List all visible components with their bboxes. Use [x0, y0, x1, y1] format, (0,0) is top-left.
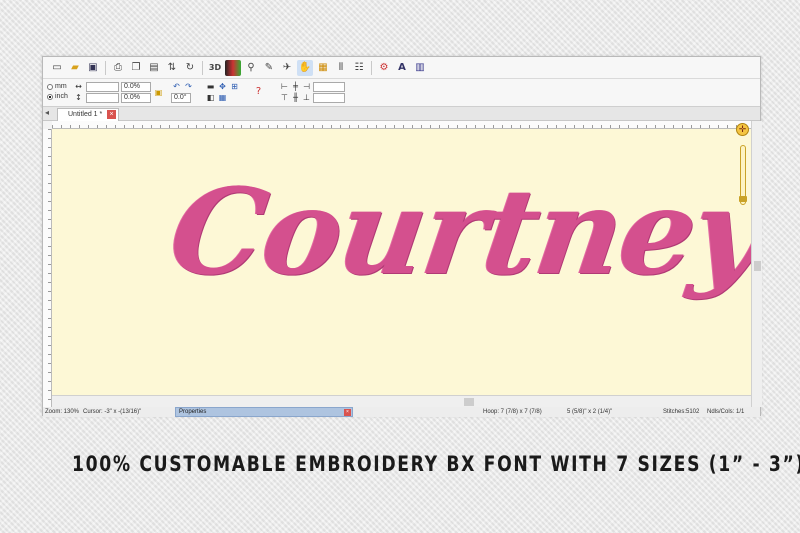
width-field[interactable] [86, 82, 119, 92]
vertical-scrollbar[interactable] [751, 121, 762, 407]
rotate-icon[interactable]: ↻ [182, 60, 198, 76]
status-bar: Zoom: 130% Cursor: -3" x -(13/16)" Prope… [43, 407, 760, 417]
document-tabbar: ◂ Untitled 1 * × [43, 107, 760, 121]
select-icon[interactable]: ✋ [297, 59, 313, 76]
redo-rotate-icon[interactable]: ↷ [183, 81, 194, 92]
align-middle-icon[interactable]: ╫ [290, 92, 301, 103]
stitches-status: Stitches:5102 [663, 409, 700, 415]
toolbar-separator [202, 60, 203, 75]
transform-toolbar: mm inch ↔ ↕ 0.0% 0.0% ▣ ↶ ↷ 0.0° ▬ ✥ ⊞ ◧… [43, 79, 760, 107]
mirror-icon[interactable]: ⇅ [164, 60, 180, 76]
save-icon[interactable]: ▣ [85, 60, 101, 76]
expand-icon[interactable]: ✥ [217, 81, 228, 92]
tab-close-icon[interactable]: × [107, 110, 116, 119]
horizontal-ruler [52, 121, 751, 129]
align-center-icon[interactable]: ╪ [290, 81, 301, 92]
height-percent-field[interactable]: 0.0% [121, 93, 151, 103]
height-field[interactable] [86, 93, 119, 103]
tab-label: Untitled 1 * [68, 111, 103, 118]
promo-caption: 100% CUSTOMABLE EMBROIDERY BX FONT WITH … [72, 452, 800, 476]
align-bottom-icon[interactable]: ⊥ [301, 92, 312, 103]
settings-icon[interactable]: ⚙ [376, 60, 392, 76]
grid-icon[interactable]: ▦ [217, 92, 228, 103]
design-size-status: 5 (5/8)" x 2 (1/4)" [567, 409, 613, 415]
hoop-icon[interactable]: ✈ [279, 60, 295, 76]
radio-inch[interactable] [47, 93, 53, 100]
properties-icon[interactable]: ▦ [315, 60, 331, 76]
copy-icon[interactable]: ❐ [128, 60, 144, 76]
stitch-icon[interactable]: ☷ [351, 60, 367, 76]
position-y-field[interactable] [313, 93, 345, 103]
vertical-scroll-thumb[interactable] [754, 261, 761, 271]
rotation-field[interactable]: 0.0° [171, 93, 191, 103]
lock-icon[interactable]: ▣ [153, 87, 164, 98]
contrast-icon[interactable]: ◧ [205, 92, 216, 103]
zoom-status: Zoom: 130% [45, 409, 80, 415]
hoop-status: Hoop: 7 (7/8) x 7 (7/8) [483, 409, 542, 415]
toolbar-separator [105, 60, 106, 75]
unit-inch-option[interactable]: inch [47, 93, 68, 100]
design-canvas[interactable]: Courtney [52, 129, 751, 395]
align-right-icon[interactable]: ⊣ [301, 81, 312, 92]
vertical-ruler [43, 129, 52, 407]
print-icon[interactable]: ⎙ [110, 60, 126, 76]
unit-inch-label: inch [55, 93, 68, 100]
fill-icon[interactable]: ▬ [205, 81, 216, 92]
library-icon[interactable]: ▥ [412, 60, 428, 76]
zoom-slider-knob[interactable] [739, 196, 747, 202]
3d-icon[interactable]: 3D [207, 60, 223, 76]
width-percent-field[interactable]: 0.0% [121, 82, 151, 92]
zoom-icon[interactable]: ⚲ [243, 60, 259, 76]
unit-mm-label: mm [55, 83, 67, 90]
align-left-icon[interactable]: ⊢ [279, 81, 290, 92]
horizontal-scroll-thumb[interactable] [464, 398, 474, 406]
toolbar-separator [371, 60, 372, 75]
needles-status: Ndls/Cols: 1/1 [707, 409, 745, 415]
zoom-slider[interactable] [739, 145, 747, 205]
embroidery-app-window: ▭ ▰ ▣ ⎙ ❐ ▤ ⇅ ↻ 3D ⚲ ✎ ✈ ✋ ▦ ⫴ ☷ ⚙ A ▥ m… [42, 56, 762, 417]
align-top-icon[interactable]: ⊤ [279, 92, 290, 103]
align-icon[interactable]: ⫴ [333, 60, 349, 76]
unit-mm-option[interactable]: mm [47, 83, 67, 90]
position-x-field[interactable] [313, 82, 345, 92]
properties-close-icon[interactable]: × [344, 409, 351, 416]
measure-icon[interactable]: ✎ [261, 60, 277, 76]
width-icon: ↔ [75, 82, 82, 91]
cursor-status: Cursor: -3" x -(13/16)" [83, 409, 142, 415]
navigation-compass-icon[interactable]: ✛ [736, 123, 749, 136]
text-icon[interactable]: A [394, 60, 410, 76]
help-icon[interactable]: ? [253, 86, 264, 97]
properties-panel-tab[interactable]: Properties × [175, 407, 353, 417]
paste-icon[interactable]: ▤ [146, 60, 162, 76]
tab-scroll-left-icon[interactable]: ◂ [45, 108, 49, 117]
undo-rotate-icon[interactable]: ↶ [171, 81, 182, 92]
embroidery-design[interactable]: Courtney [52, 129, 751, 395]
embroidered-name[interactable]: Courtney [161, 157, 751, 307]
main-toolbar: ▭ ▰ ▣ ⎙ ❐ ▤ ⇅ ↻ 3D ⚲ ✎ ✈ ✋ ▦ ⫴ ☷ ⚙ A ▥ [43, 57, 760, 79]
properties-label: Properties [179, 409, 207, 415]
radio-mm[interactable] [47, 83, 53, 90]
pattern-icon[interactable]: ⊞ [229, 81, 240, 92]
new-icon[interactable]: ▭ [49, 60, 65, 76]
horizontal-scrollbar[interactable] [52, 395, 751, 407]
height-icon: ↕ [75, 93, 82, 102]
color-icon[interactable] [225, 59, 241, 76]
open-icon[interactable]: ▰ [67, 60, 83, 76]
